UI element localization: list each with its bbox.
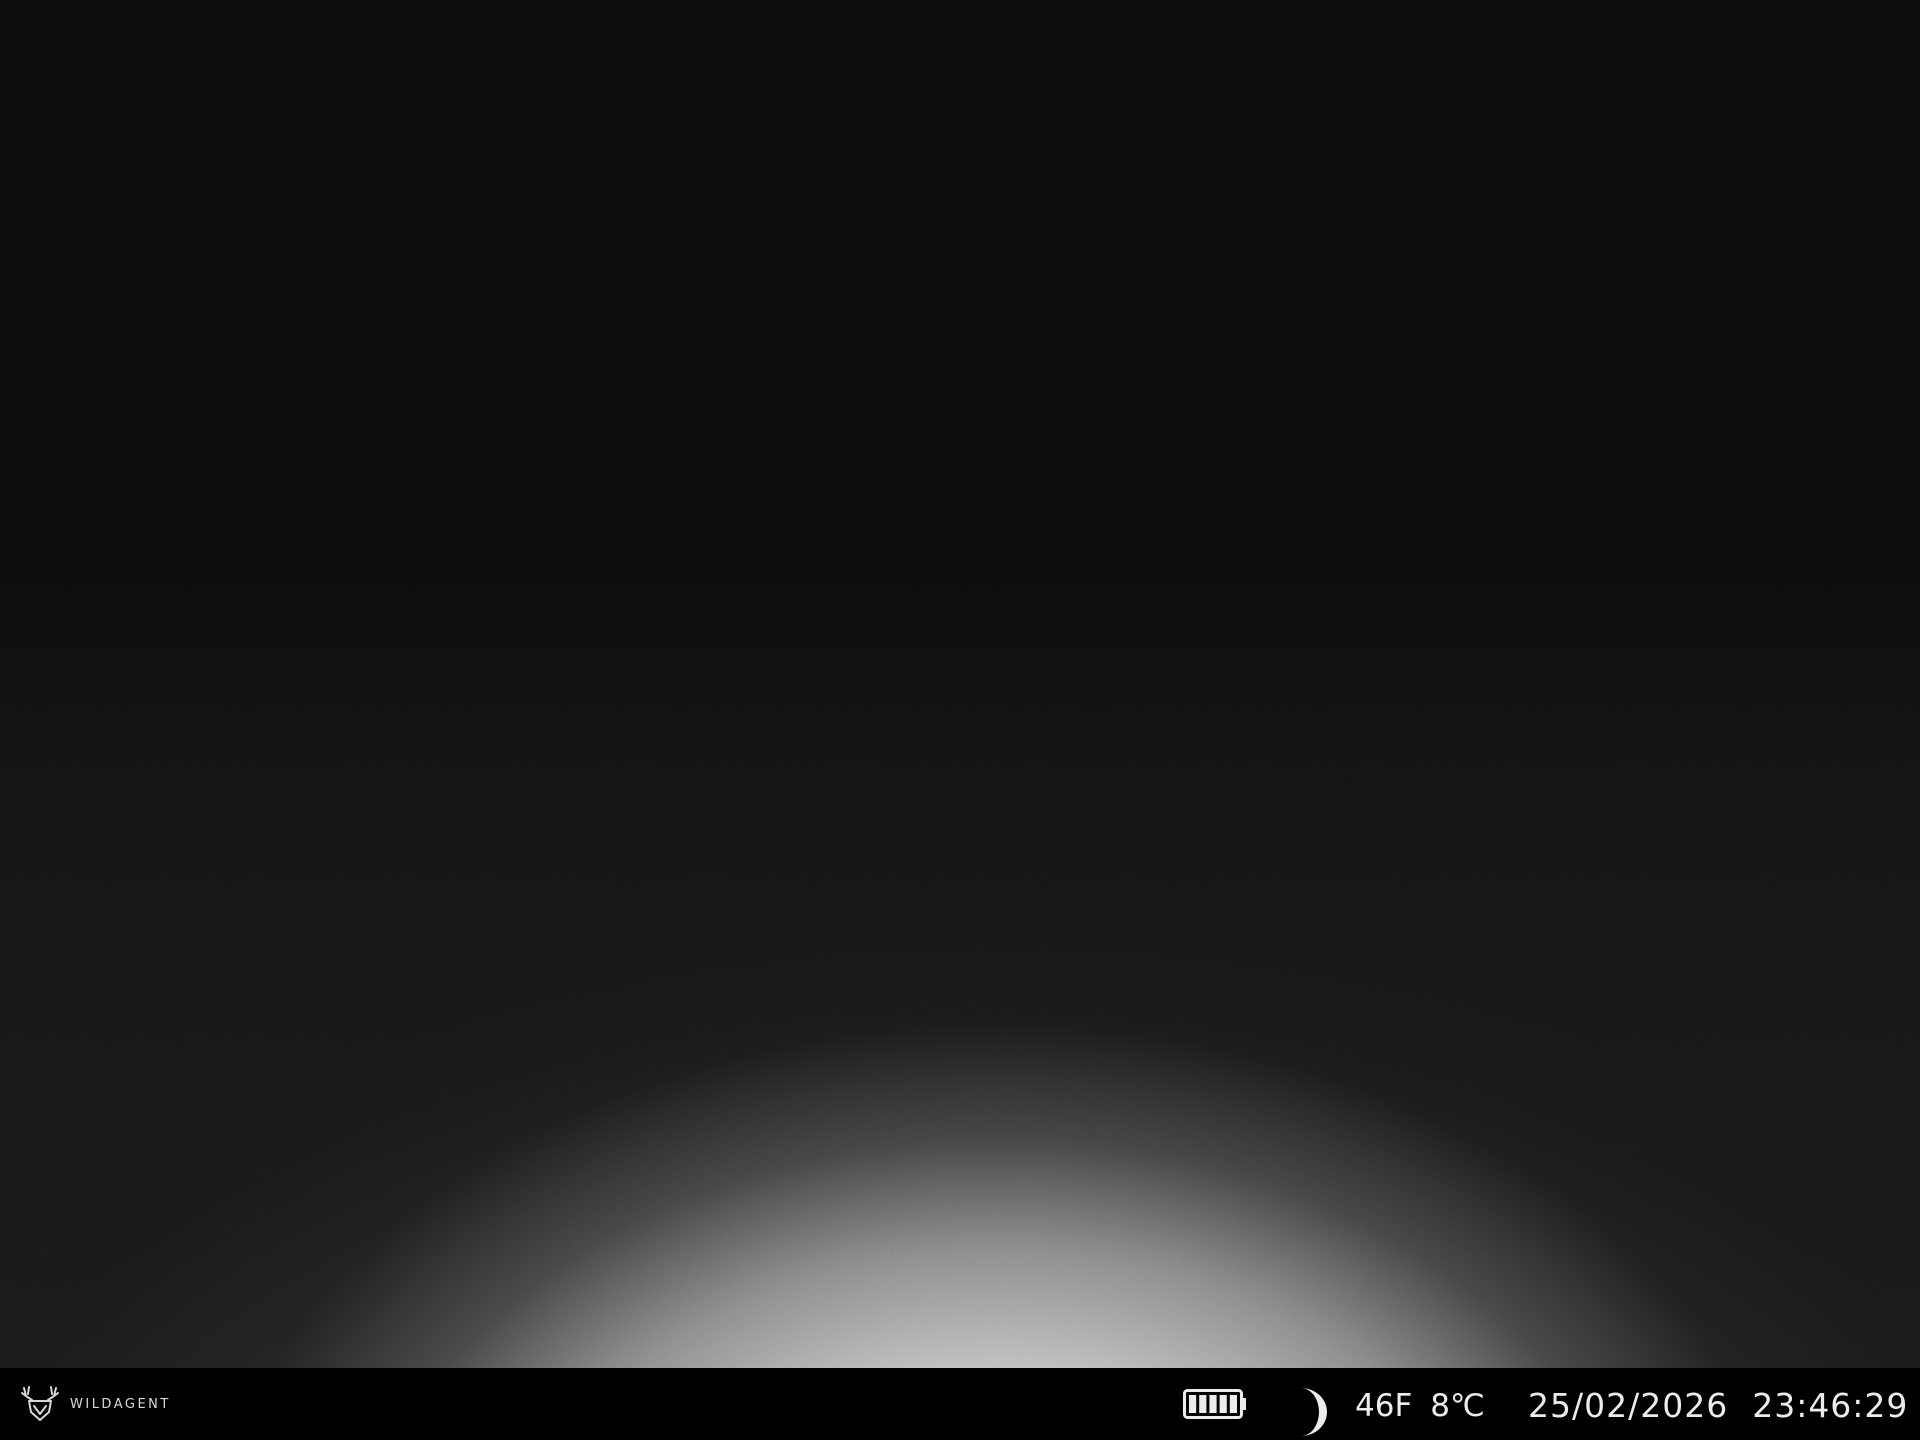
moon-phase-icon bbox=[1301, 1388, 1327, 1436]
sensor-noise bbox=[0, 0, 1920, 1368]
camera-info-bar: WILDAGENT 46F 8℃ 25/02/2026 23:46:29 bbox=[0, 1368, 1920, 1440]
battery-bar bbox=[1229, 1395, 1237, 1413]
battery-icon bbox=[1183, 1389, 1246, 1419]
trail-camera-frame: WILDAGENT 46F 8℃ 25/02/2026 23:46:29 bbox=[0, 0, 1920, 1440]
battery-bar bbox=[1219, 1395, 1227, 1413]
capture-date: 25/02/2026 bbox=[1528, 1386, 1729, 1425]
battery-bar bbox=[1199, 1395, 1207, 1413]
battery-bar bbox=[1209, 1395, 1217, 1413]
deer-antler-shield-icon bbox=[21, 1386, 59, 1421]
temperature-celsius: 8℃ bbox=[1430, 1388, 1485, 1424]
temperature-fahrenheit: 46F bbox=[1355, 1388, 1413, 1424]
battery-bar bbox=[1189, 1395, 1197, 1413]
brand: WILDAGENT bbox=[16, 1384, 171, 1424]
capture-time: 23:46:29 bbox=[1752, 1386, 1909, 1425]
timestamp: 25/02/2026 23:46:29 bbox=[1528, 1386, 1908, 1426]
temperature-readout: 46F 8℃ bbox=[1355, 1386, 1485, 1426]
brand-name: WILDAGENT bbox=[70, 1396, 171, 1412]
